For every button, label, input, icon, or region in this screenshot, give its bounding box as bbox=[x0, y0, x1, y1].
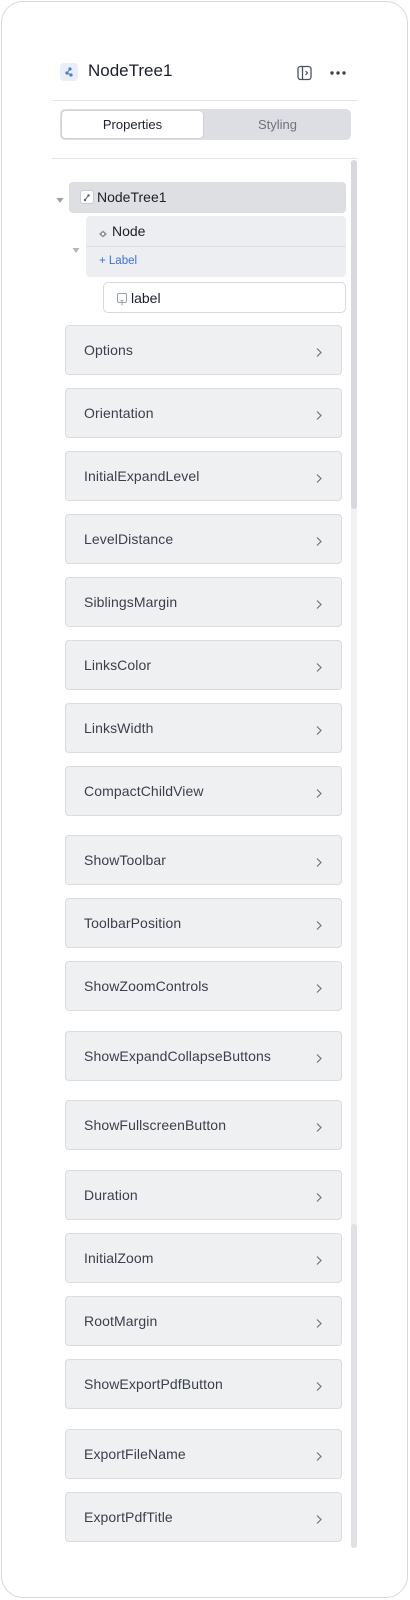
node-divider bbox=[86, 246, 346, 247]
property-row[interactable]: ShowZoomControls bbox=[65, 961, 342, 1011]
property-label: LevelDistance bbox=[84, 531, 174, 547]
property-row[interactable]: Options bbox=[65, 325, 342, 375]
tab-properties[interactable]: Properties bbox=[62, 111, 203, 138]
property-row[interactable]: InitialZoom bbox=[65, 1233, 342, 1283]
property-row[interactable]: RootMargin bbox=[65, 1296, 342, 1346]
panel-toggle-icon[interactable] bbox=[296, 64, 314, 82]
property-row[interactable]: ExportFileName bbox=[65, 1429, 342, 1479]
chevron-right-icon bbox=[315, 855, 323, 867]
property-row[interactable]: Orientation bbox=[65, 388, 342, 438]
chevron-right-icon bbox=[315, 1051, 323, 1063]
expand-caret-icon[interactable] bbox=[55, 192, 65, 203]
chevron-right-icon bbox=[315, 660, 323, 672]
more-horizontal-icon[interactable] bbox=[327, 64, 349, 82]
property-label: Orientation bbox=[84, 405, 154, 421]
tree-node-item: Node + Label bbox=[86, 216, 346, 277]
chevron-right-icon bbox=[315, 723, 323, 735]
panel-header: NodeTree1 bbox=[52, 58, 358, 88]
tab-styling[interactable]: Styling bbox=[206, 111, 349, 138]
chevron-right-icon bbox=[315, 1379, 323, 1391]
property-label: Duration bbox=[84, 1187, 138, 1203]
chevron-right-icon bbox=[315, 1190, 323, 1202]
chevron-right-icon bbox=[315, 597, 323, 609]
chevron-right-icon bbox=[315, 981, 323, 993]
property-row[interactable]: ShowExpandCollapseButtons bbox=[65, 1031, 342, 1081]
property-label: ExportFileName bbox=[84, 1446, 186, 1462]
property-label: ToolbarPosition bbox=[84, 915, 182, 931]
tree-root-label: NodeTree1 bbox=[97, 189, 167, 205]
chevron-right-icon bbox=[315, 345, 323, 357]
property-label: SiblingsMargin bbox=[84, 594, 178, 610]
tabs-divider bbox=[52, 158, 358, 159]
chevron-right-icon bbox=[315, 786, 323, 798]
property-row[interactable]: LinksColor bbox=[65, 640, 342, 690]
property-label: ShowToolbar bbox=[84, 852, 167, 868]
chevron-right-icon bbox=[315, 471, 323, 483]
property-row[interactable]: ShowExportPdfButton bbox=[65, 1359, 342, 1409]
property-row[interactable]: CompactChildView bbox=[65, 766, 342, 816]
property-label: ShowZoomControls bbox=[84, 978, 209, 994]
chevron-right-icon bbox=[315, 1449, 323, 1461]
property-label: ExportPdfTitle bbox=[84, 1509, 173, 1525]
property-label: InitialExpandLevel bbox=[84, 468, 200, 484]
scrollbar-thumb[interactable] bbox=[351, 160, 357, 509]
property-label: ShowExpandCollapseButtons bbox=[84, 1048, 271, 1064]
property-row[interactable]: ToolbarPosition bbox=[65, 898, 342, 948]
text-field-icon bbox=[117, 293, 127, 306]
chevron-right-icon bbox=[315, 1253, 323, 1265]
property-label: RootMargin bbox=[84, 1313, 158, 1329]
chevron-right-icon bbox=[315, 918, 323, 930]
expand-caret-icon[interactable] bbox=[71, 242, 81, 253]
property-row[interactable]: InitialExpandLevel bbox=[65, 451, 342, 501]
chevron-right-icon bbox=[315, 1316, 323, 1328]
add-label-link[interactable]: + Label bbox=[99, 255, 137, 267]
property-label: LinksColor bbox=[84, 657, 152, 673]
property-row[interactable]: ShowToolbar bbox=[65, 835, 342, 885]
chevron-right-icon bbox=[315, 534, 323, 546]
property-label: Options bbox=[84, 342, 133, 358]
property-row[interactable]: Duration bbox=[65, 1170, 342, 1220]
property-label: LinksWidth bbox=[84, 720, 154, 736]
component-title: NodeTree1 bbox=[88, 61, 173, 80]
node-icon bbox=[98, 226, 108, 238]
tree-node-label: Node bbox=[112, 223, 146, 239]
tree-leaf-item[interactable]: label bbox=[103, 282, 346, 313]
tree-node-row[interactable]: Node bbox=[86, 216, 346, 246]
scrollbar-track-segment bbox=[351, 1224, 357, 1548]
header-divider bbox=[52, 100, 358, 101]
chevron-right-icon bbox=[315, 1512, 323, 1524]
property-label: ShowFullscreenButton bbox=[84, 1117, 227, 1133]
chevron-right-icon bbox=[315, 408, 323, 420]
tree-leaf-label: label bbox=[131, 290, 161, 306]
property-label: CompactChildView bbox=[84, 783, 204, 799]
property-row[interactable]: LevelDistance bbox=[65, 514, 342, 564]
node-tree-icon bbox=[60, 63, 78, 81]
property-label: InitialZoom bbox=[84, 1250, 154, 1266]
tab-bar: Properties Styling bbox=[60, 109, 351, 140]
tree-root-item[interactable]: NodeTree1 bbox=[69, 182, 346, 213]
property-row[interactable]: ExportPdfTitle bbox=[65, 1492, 342, 1542]
chevron-right-icon bbox=[315, 1120, 323, 1132]
property-row[interactable]: SiblingsMargin bbox=[65, 577, 342, 627]
property-row[interactable]: LinksWidth bbox=[65, 703, 342, 753]
node-tree-icon bbox=[81, 191, 93, 203]
property-row[interactable]: ShowFullscreenButton bbox=[65, 1100, 342, 1150]
property-label: ShowExportPdfButton bbox=[84, 1376, 223, 1392]
